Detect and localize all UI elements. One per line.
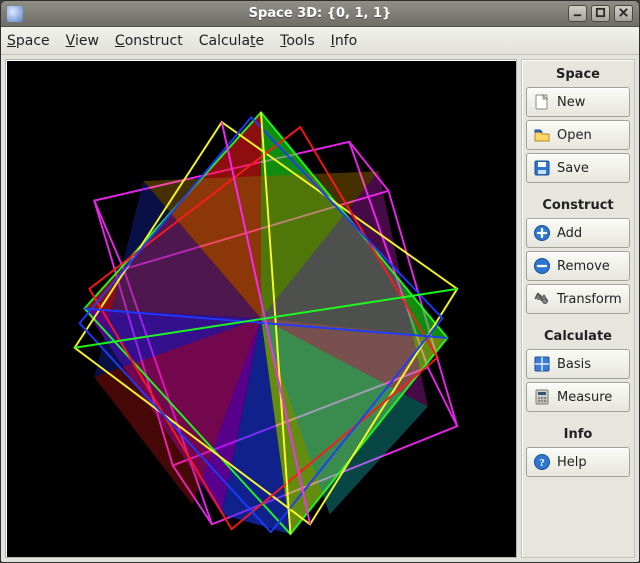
- save-button[interactable]: Save: [526, 153, 630, 183]
- close-button[interactable]: [614, 5, 633, 22]
- basis-button[interactable]: Basis: [526, 349, 630, 379]
- 3d-viewport[interactable]: [5, 59, 517, 558]
- menu-item-space[interactable]: Space: [7, 33, 50, 49]
- button-label: Basis: [557, 357, 591, 372]
- help-icon: [533, 453, 551, 471]
- folder-open-icon: [533, 126, 551, 144]
- file-new-icon: [533, 93, 551, 111]
- button-label: Help: [557, 455, 587, 470]
- add-icon: [533, 224, 551, 242]
- section-header-space: Space: [526, 64, 630, 84]
- open-button[interactable]: Open: [526, 120, 630, 150]
- button-label: Remove: [557, 259, 610, 274]
- menu-item-view[interactable]: View: [66, 33, 99, 49]
- help-button[interactable]: Help: [526, 447, 630, 477]
- add-button[interactable]: Add: [526, 218, 630, 248]
- application-window: Space 3D: {0, 1, 1}: [0, 0, 640, 563]
- section-header-info: Info: [526, 424, 630, 444]
- button-label: Open: [557, 128, 592, 143]
- basis-icon: [533, 355, 551, 373]
- section-header-calculate: Calculate: [526, 326, 630, 346]
- sidebar: Space New Open Save Construct Add Remove Transf…: [521, 59, 635, 558]
- app-icon: [7, 6, 23, 22]
- minimize-button[interactable]: [568, 5, 587, 22]
- menubar: Space View Construct Calculate Tools Info: [1, 27, 639, 55]
- button-label: Add: [557, 226, 582, 241]
- window-title: Space 3D: {0, 1, 1}: [1, 6, 639, 21]
- close-icon: [618, 7, 629, 20]
- menu-item-calculate[interactable]: Calculate: [199, 33, 264, 49]
- titlebar[interactable]: Space 3D: {0, 1, 1}: [1, 1, 639, 27]
- viewport-canvas: [6, 60, 516, 557]
- button-label: New: [557, 95, 585, 110]
- measure-icon: [533, 388, 551, 406]
- save-icon: [533, 159, 551, 177]
- button-label: Transform: [557, 292, 622, 307]
- measure-button[interactable]: Measure: [526, 382, 630, 412]
- new-button[interactable]: New: [526, 87, 630, 117]
- minimize-icon: [572, 7, 583, 20]
- remove-button[interactable]: Remove: [526, 251, 630, 281]
- button-label: Measure: [557, 390, 612, 405]
- transform-button[interactable]: Transform: [526, 284, 630, 314]
- maximize-button[interactable]: [591, 5, 610, 22]
- maximize-icon: [595, 7, 606, 20]
- button-label: Save: [557, 161, 589, 176]
- menu-item-info[interactable]: Info: [331, 33, 358, 49]
- menu-item-tools[interactable]: Tools: [280, 33, 315, 49]
- menu-item-construct[interactable]: Construct: [115, 33, 183, 49]
- remove-icon: [533, 257, 551, 275]
- transform-icon: [533, 290, 551, 308]
- section-header-construct: Construct: [526, 195, 630, 215]
